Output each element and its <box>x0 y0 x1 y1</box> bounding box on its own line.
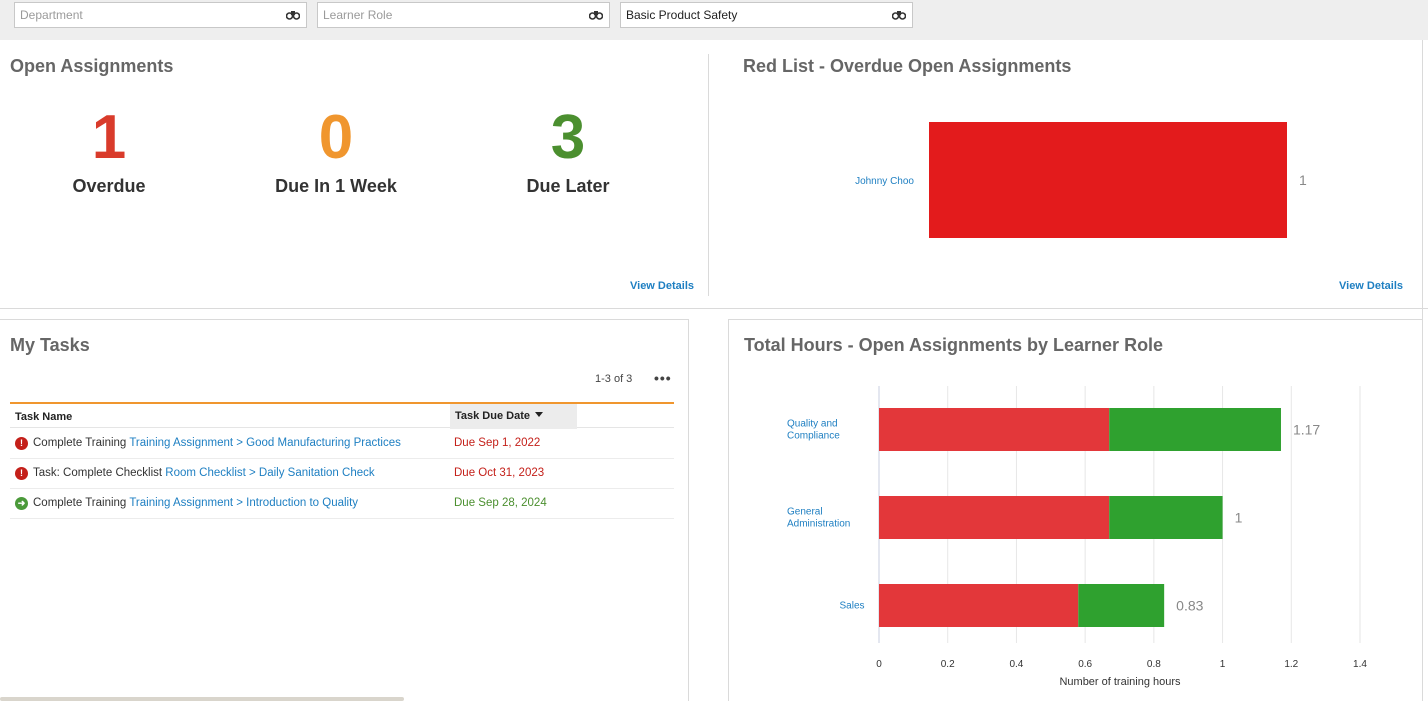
red-list-chart: Johnny Choo 1 <box>855 122 1307 238</box>
table-row: ➜ Complete Training Training Assignment >… <box>10 489 674 519</box>
x-tick-label: 0 <box>876 659 882 670</box>
table-row: ! Complete Training Training Assignment >… <box>10 429 674 459</box>
overdue-alert-icon: ! <box>15 437 28 450</box>
red-list-view-details-link[interactable]: View Details <box>1339 280 1403 292</box>
x-tick-label: 1 <box>1220 659 1226 670</box>
task-due-date: Due Oct 31, 2023 <box>454 467 545 479</box>
panel-border <box>688 319 689 701</box>
task-name: Task: Complete Checklist Room Checklist … <box>33 467 375 479</box>
column-task-due-date[interactable]: Task Due Date <box>450 404 577 429</box>
panel-border <box>728 319 729 701</box>
kpi-due-in-1-week-label: Due In 1 Week <box>275 176 397 196</box>
bar-segment[interactable] <box>879 408 1110 451</box>
overdue-alert-icon: ! <box>15 467 28 480</box>
category-label[interactable]: Sales <box>839 601 864 612</box>
total-hours-title: Total Hours - Open Assignments by Learne… <box>744 335 1164 355</box>
category-label[interactable]: Quality and Compliance <box>787 419 840 442</box>
horizontal-scrollbar[interactable] <box>0 697 404 701</box>
x-tick-label: 0.6 <box>1078 659 1092 670</box>
kpi-due-later-label: Due Later <box>526 176 610 196</box>
open-assignments-title: Open Assignments <box>10 56 174 76</box>
on-track-arrow-icon: ➜ <box>15 497 28 510</box>
bar-segment[interactable] <box>1078 584 1165 627</box>
total-hours-chart: 0 0.2 0.4 0.6 0.8 1 1.2 1.4 Number of training h… <box>787 386 1367 688</box>
column-task-name[interactable]: Task Name <box>15 411 72 423</box>
task-link[interactable]: Training Assignment > Good Manufacturing… <box>129 437 401 449</box>
learner-role-filter[interactable] <box>317 2 610 28</box>
x-tick-label: 1.2 <box>1284 659 1298 670</box>
category-label[interactable]: Johnny Choo <box>855 176 914 187</box>
bar-segment[interactable] <box>1109 496 1223 539</box>
panel-border <box>0 319 689 320</box>
task-type-label: Complete Training <box>33 497 130 509</box>
panel-divider <box>708 54 709 296</box>
kpi-due-in-1-week[interactable]: 0 Due In 1 Week <box>236 106 436 197</box>
data-label: 0.83 <box>1176 598 1203 614</box>
task-name: Complete Training Training Assignment > … <box>33 437 401 449</box>
task-due-date: Due Sep 1, 2022 <box>454 437 541 449</box>
kpi-overdue-value: 1 <box>91 103 127 172</box>
my-tasks-title: My Tasks <box>10 335 90 355</box>
x-tick-label: 1.4 <box>1353 659 1367 670</box>
panel-divider <box>0 308 1428 309</box>
table-row: ! Task: Complete Checklist Room Checklist… <box>10 459 674 489</box>
kpi-overdue-label: Overdue <box>72 176 146 196</box>
x-tick-label: 0.8 <box>1147 659 1161 670</box>
x-tick-label: 0.4 <box>1009 659 1023 670</box>
binoculars-icon[interactable] <box>589 10 603 20</box>
product-filter[interactable] <box>620 2 913 28</box>
binoculars-icon[interactable] <box>892 10 906 20</box>
data-label: 1 <box>1235 510 1243 526</box>
bar-segment[interactable] <box>879 584 1079 627</box>
red-list-title: Red List - Overdue Open Assignments <box>743 56 1072 76</box>
open-assignments-view-details-link[interactable]: View Details <box>630 280 694 292</box>
data-label: 1 <box>1299 172 1307 188</box>
bar-segment[interactable] <box>879 496 1110 539</box>
x-tick-label: 0.2 <box>941 659 955 670</box>
filter-bar <box>0 0 1428 40</box>
x-axis-label: Number of training hours <box>1059 676 1181 688</box>
sort-desc-icon <box>535 412 543 417</box>
column-task-due-date-label: Task Due Date <box>455 410 530 422</box>
kpi-due-later-value: 3 <box>550 103 586 172</box>
task-name: Complete Training Training Assignment > … <box>33 497 358 509</box>
task-type-label: Task: Complete Checklist <box>33 467 166 479</box>
panel-border <box>728 319 1422 320</box>
bar-segment[interactable] <box>1109 408 1281 451</box>
department-filter[interactable] <box>14 2 307 28</box>
kpi-due-in-1-week-value: 0 <box>318 103 354 172</box>
learner-role-input[interactable] <box>318 3 609 27</box>
task-type-label: Complete Training <box>33 437 130 449</box>
task-link[interactable]: Room Checklist > Daily Sanitation Check <box>165 467 374 479</box>
kpi-overdue[interactable]: 1 Overdue <box>9 106 209 197</box>
kpi-due-later[interactable]: 3 Due Later <box>468 106 668 197</box>
pagination-label: 1-3 of 3 <box>595 373 633 385</box>
department-input[interactable] <box>15 3 306 27</box>
task-link[interactable]: Training Assignment > Introduction to Qu… <box>129 497 358 509</box>
product-input[interactable] <box>621 3 912 27</box>
task-due-date: Due Sep 28, 2024 <box>454 497 547 509</box>
more-options-icon[interactable]: ••• <box>654 370 672 386</box>
tasks-table-header: Task Name Task Due Date <box>10 402 674 429</box>
category-label[interactable]: General Administration <box>787 507 850 530</box>
binoculars-icon[interactable] <box>286 10 300 20</box>
data-label: 1.17 <box>1293 422 1320 438</box>
bar[interactable] <box>929 122 1287 238</box>
panel-border <box>1422 40 1423 701</box>
